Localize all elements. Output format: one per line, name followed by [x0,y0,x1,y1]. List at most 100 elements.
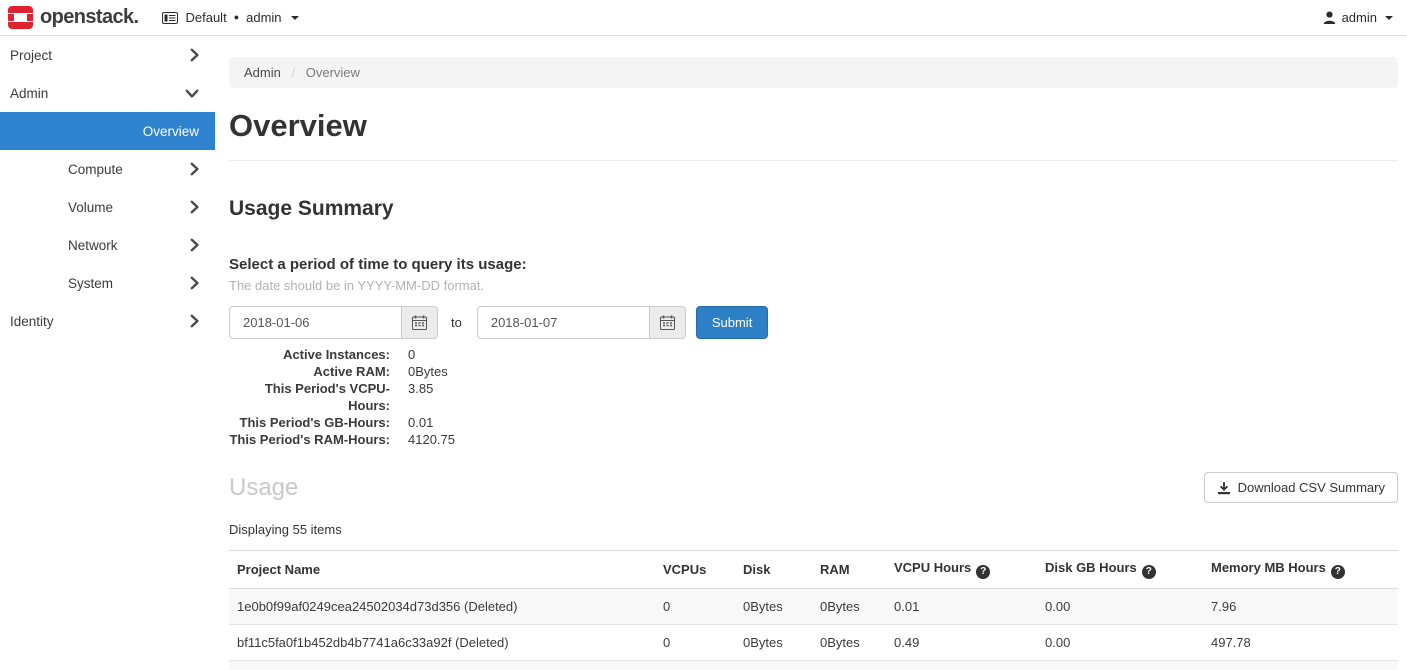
column-header-vcpus[interactable]: VCPUs [655,551,735,589]
cell-vcpu-hours: 0.01 [886,588,1037,624]
chevron-right-icon [190,276,199,290]
period-hint: The date should be in YYYY-MM-DD format. [229,278,1398,293]
user-menu-dropdown[interactable]: admin [1323,10,1393,25]
caret-down-icon [291,16,299,20]
download-csv-button[interactable]: Download CSV Summary [1204,472,1398,503]
stat-label: Active RAM: [229,363,390,380]
cell-disk-gb-hours: 0.00 [1037,588,1203,624]
cell-disk-gb-hours: 0.00 [1037,624,1203,660]
sidebar-item-network[interactable]: Network [0,226,215,264]
cell-ram: 0Bytes [812,660,886,670]
submit-button[interactable]: Submit [696,306,768,339]
stat-row: Active Instances: 0 [229,346,1398,363]
stat-value: 0Bytes [408,363,448,380]
sidebar-item-identity[interactable]: Identity [0,302,215,340]
sidebar-item-admin[interactable]: Admin [0,74,215,112]
items-count-text: Displaying 55 items [229,522,1398,537]
question-icon[interactable]: ? [1331,565,1345,579]
openstack-logo-icon [8,6,33,29]
sidebar-item-label: Volume [68,200,113,215]
sidebar-item-system[interactable]: System [0,264,215,302]
date-range-form: to Submit [229,306,1398,339]
user-name-label: admin [1342,10,1377,25]
cell-vcpus: 0 [655,660,735,670]
date-from-calendar-button[interactable] [401,306,438,339]
stat-row: This Period's GB-Hours: 0.01 [229,414,1398,431]
stat-label: This Period's GB-Hours: [229,414,390,431]
page-title: Overview [229,108,1398,144]
usage-stats: Active Instances: 0 Active RAM: 0Bytes T… [229,346,1398,448]
stat-label: This Period's VCPU-Hours: [229,380,390,414]
question-icon[interactable]: ? [1142,565,1156,579]
column-header-ram[interactable]: RAM [812,551,886,589]
cell-disk-gb-hours: 0.00 [1037,660,1203,670]
usage-table: Project Name VCPUs Disk RAM VCPU Hours? … [229,550,1398,670]
cell-vcpus: 0 [655,624,735,660]
user-icon [1323,11,1336,24]
projects-icon [162,12,178,24]
breadcrumb-admin-link[interactable]: Admin [244,65,281,80]
usage-heading: Usage [229,474,298,502]
column-header-vcpu-hours[interactable]: VCPU Hours? [886,551,1037,589]
to-label: to [451,315,462,330]
stat-row: Active RAM: 0Bytes [229,363,1398,380]
cell-project-name: ea1f2f357c09465eb6991edf7079efbe (Delete… [229,660,655,670]
sidebar-item-compute[interactable]: Compute [0,150,215,188]
column-header-project-name[interactable]: Project Name [229,551,655,589]
sidebar-item-label: System [68,276,113,291]
caret-down-icon [1385,16,1393,20]
date-from-input[interactable] [229,306,401,339]
context-switcher-dropdown[interactable]: Default ● admin [162,10,298,25]
chevron-right-icon [190,314,199,328]
download-icon [1217,481,1231,495]
stat-value: 3.85 [408,380,433,414]
column-header-disk-gb-hours[interactable]: Disk GB Hours? [1037,551,1203,589]
sidebar-item-overview[interactable]: Overview [0,112,215,150]
date-from-group [229,306,438,339]
cell-disk: 0Bytes [735,660,812,670]
table-row: bf11c5fa0f1b452db4b7741a6c33a92f (Delete… [229,624,1398,660]
column-header-memory-mb-hours[interactable]: Memory MB Hours? [1203,551,1398,589]
top-navbar: openstack. Default ● admin admin [0,0,1407,36]
context-domain-label: Default [185,10,226,25]
chevron-right-icon [190,48,199,62]
stat-row: This Period's RAM-Hours: 4120.75 [229,431,1398,448]
cell-memory-mb-hours: 497.78 [1203,624,1398,660]
stat-value: 0.01 [408,414,433,431]
column-header-disk[interactable]: Disk [735,551,812,589]
usage-section-header: Usage Download CSV Summary [229,472,1398,503]
cell-memory-mb-hours: 7.96 [1203,588,1398,624]
cell-vcpu-hours: 0.49 [886,624,1037,660]
brand-link[interactable]: openstack. [8,6,138,29]
cell-ram: 0Bytes [812,588,886,624]
date-to-calendar-button[interactable] [649,306,686,339]
sidebar-item-label: Identity [10,314,54,329]
stat-value: 0 [408,346,415,363]
question-icon[interactable]: ? [976,565,990,579]
context-separator-dot: ● [234,13,239,22]
chevron-right-icon [190,162,199,176]
table-row: ea1f2f357c09465eb6991edf7079efbe (Delete… [229,660,1398,670]
cell-project-name: 1e0b0f99af0249cea24502034d73d356 (Delete… [229,588,655,624]
sidebar-item-label: Admin [10,86,48,101]
download-csv-label: Download CSV Summary [1238,480,1385,495]
cell-memory-mb-hours: 110.93 [1203,660,1398,670]
sidebar-item-project[interactable]: Project [0,36,215,74]
table-header-row: Project Name VCPUs Disk RAM VCPU Hours? … [229,551,1398,589]
sidebar-item-label: Compute [68,162,123,177]
stat-label: This Period's RAM-Hours: [229,431,390,448]
main-content: Admin / Overview Overview Usage Summary … [229,57,1398,670]
stat-label: Active Instances: [229,346,390,363]
date-to-group [477,306,686,339]
sidebar-item-volume[interactable]: Volume [0,188,215,226]
cell-ram: 0Bytes [812,624,886,660]
chevron-down-icon [185,89,199,98]
context-project-label: admin [246,10,281,25]
breadcrumb-current: Overview [306,65,360,80]
sidebar: Project Admin Overview Compute Volume Ne… [0,36,215,340]
title-divider [229,160,1398,161]
stat-value: 4120.75 [408,431,455,448]
breadcrumb-separator: / [291,65,295,80]
date-to-input[interactable] [477,306,649,339]
sidebar-item-label: Network [68,238,118,253]
